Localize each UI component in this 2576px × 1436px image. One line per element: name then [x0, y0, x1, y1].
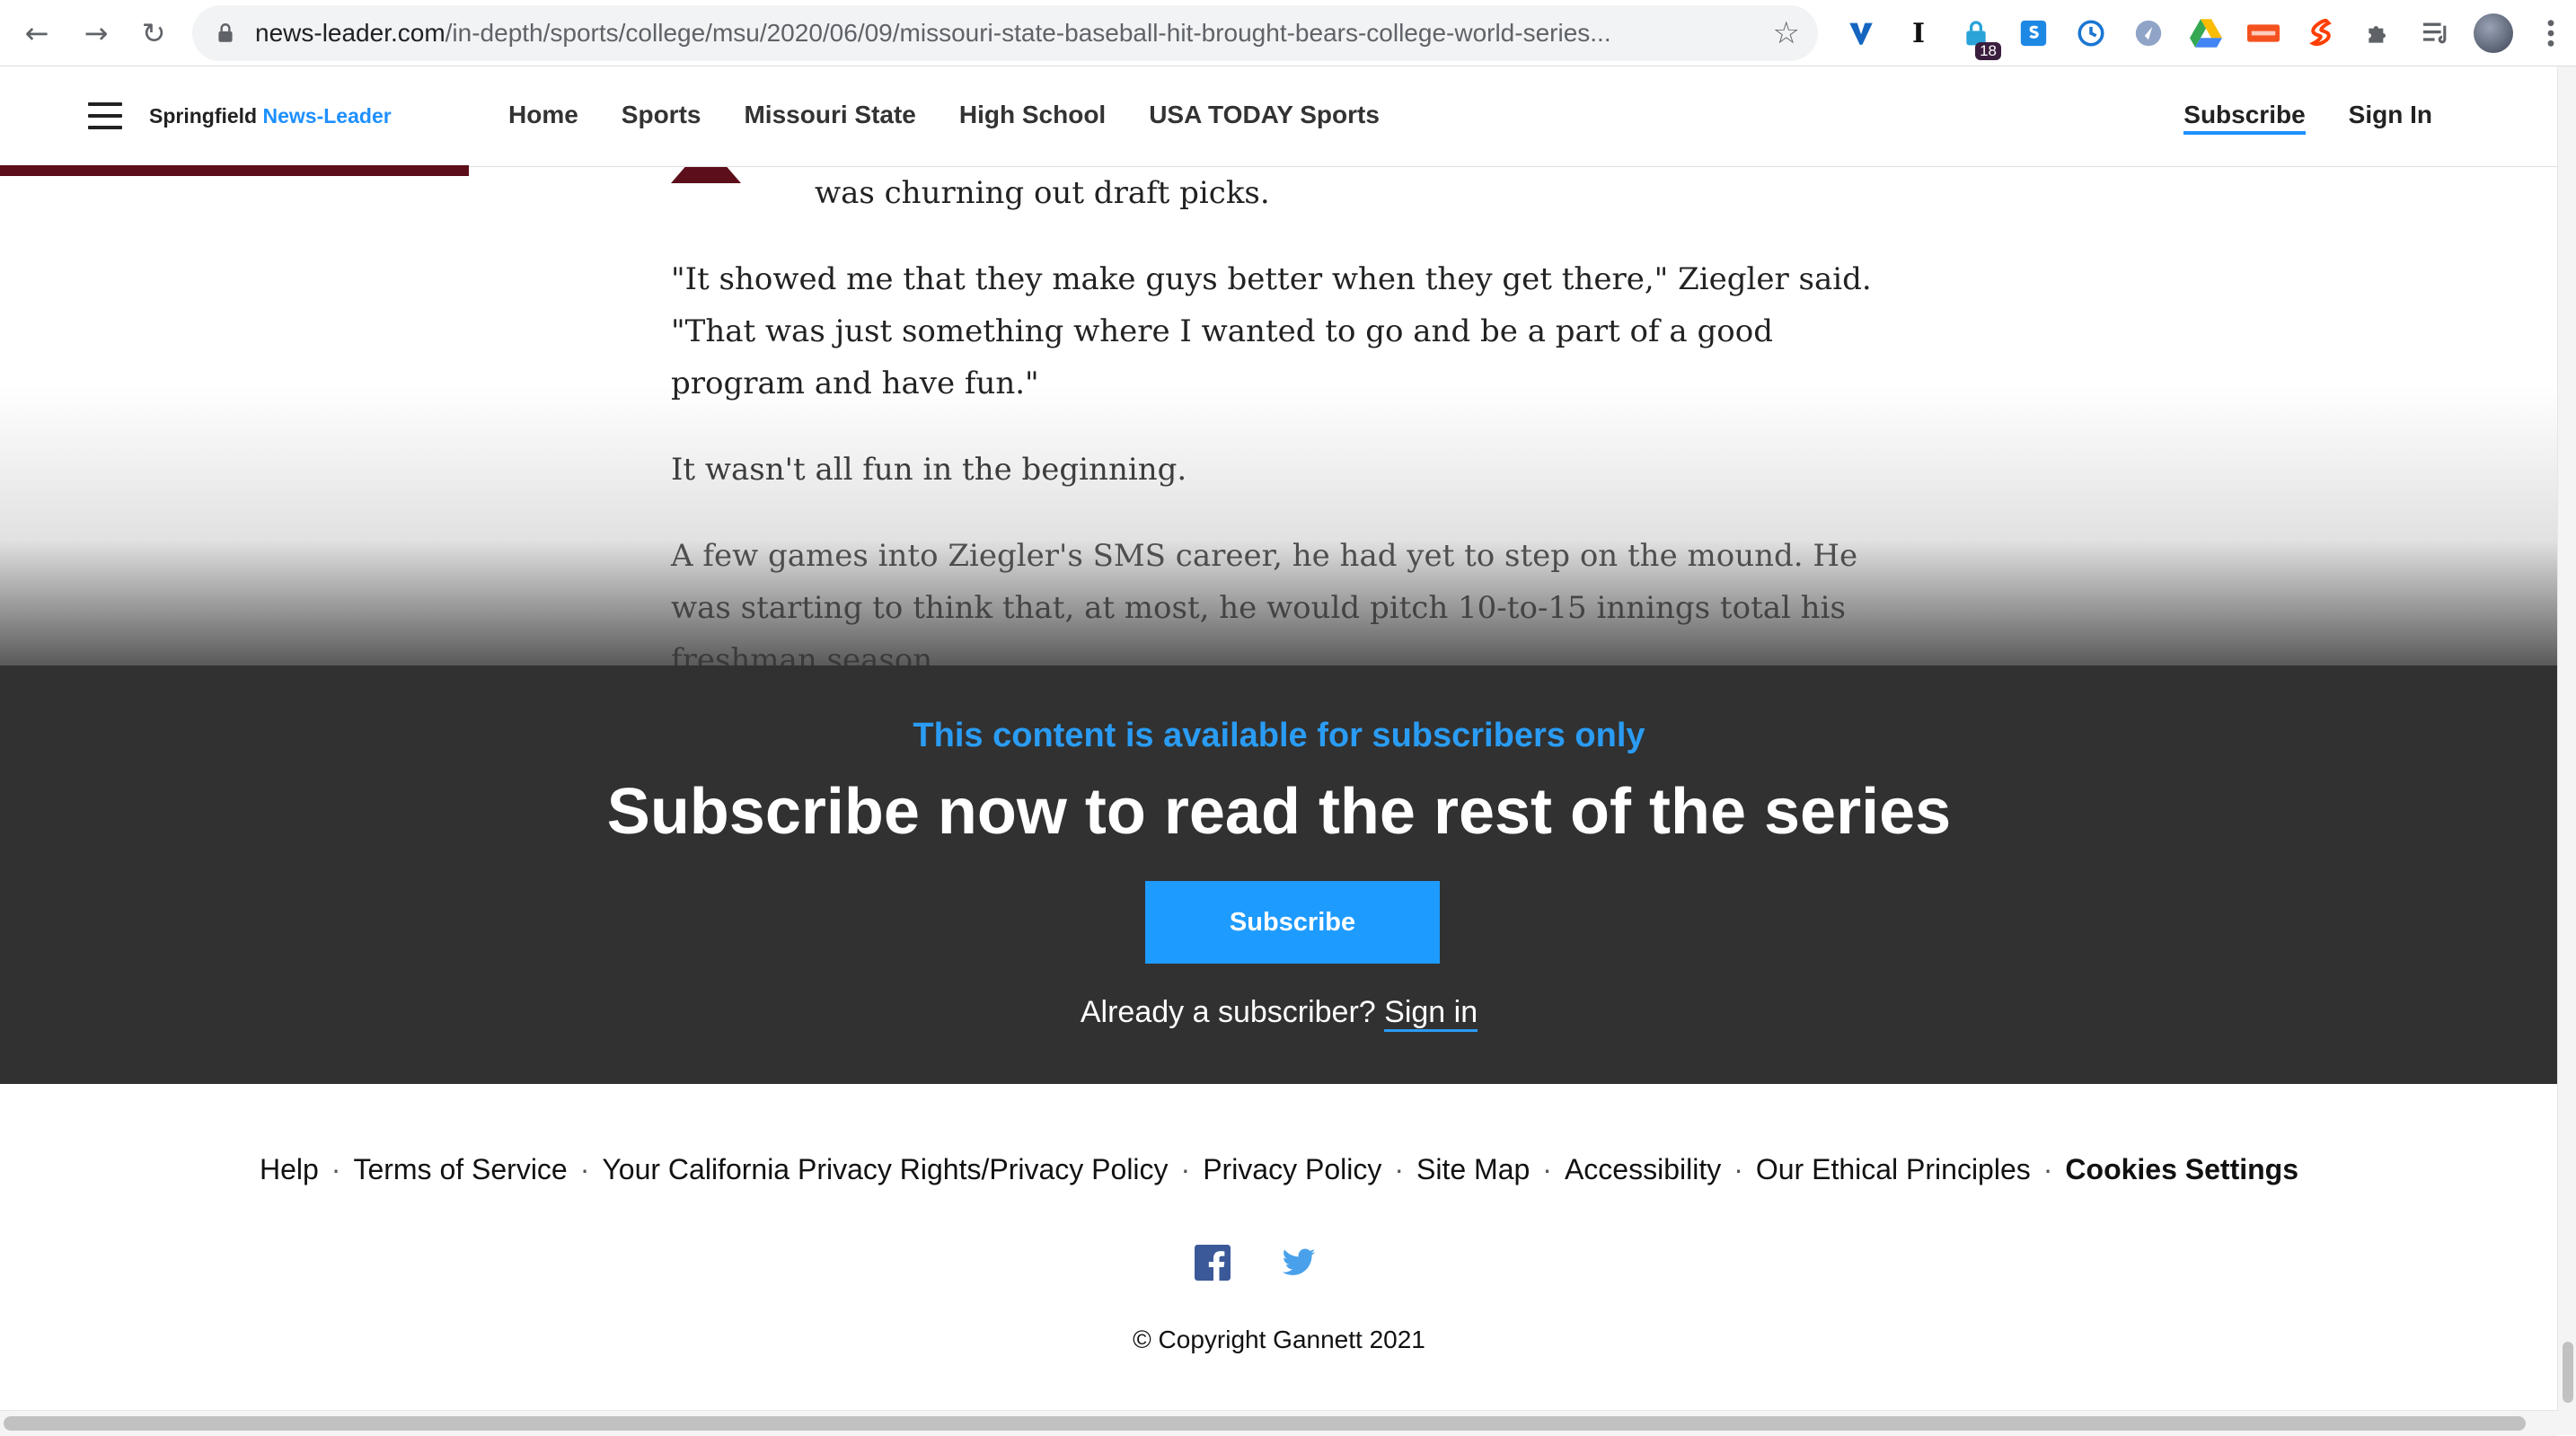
header-subscribe-link[interactable]: Subscribe	[2183, 101, 2306, 135]
back-arrow-icon[interactable]: ←	[18, 14, 56, 52]
vertical-scroll-thumb[interactable]	[2563, 1342, 2573, 1403]
reload-icon[interactable]: ↻	[135, 14, 172, 52]
google-drive-icon[interactable]	[2186, 13, 2226, 53]
footer-accessibility-link[interactable]: Accessibility	[1565, 1153, 1721, 1185]
header-account-links: Subscribe Sign In	[2140, 101, 2432, 135]
brand-accent: News-Leader	[262, 104, 392, 128]
browser-toolbar: ← → ↻ news-leader.com/in-depth/sports/co…	[0, 0, 2576, 66]
nav-high-school[interactable]: High School	[959, 101, 1106, 129]
facebook-icon[interactable]	[1195, 1245, 1231, 1281]
paywall-sign-in-link[interactable]: Sign in	[1384, 995, 1478, 1032]
header-sign-in-link[interactable]: Sign In	[2349, 101, 2432, 135]
footer-cookies-settings-link[interactable]: Cookies Settings	[2065, 1153, 2298, 1185]
extension-badge: 18	[1975, 42, 2001, 60]
paywall-already-subscriber: Already a subscriber? Sign in	[0, 995, 2558, 1032]
url-domain: news-leader.com	[255, 19, 446, 47]
copyright-text: © Copyright Gannett 2021	[1133, 1326, 1425, 1353]
puzzle-extensions-icon[interactable]	[2359, 13, 2398, 53]
reading-progress-bar	[0, 165, 469, 176]
footer-california-privacy-link[interactable]: Your California Privacy Rights/Privacy P…	[602, 1153, 1168, 1185]
footer-terms-link[interactable]: Terms of Service	[353, 1153, 567, 1185]
article-body: was churning out draft picks. "It showed…	[671, 167, 1910, 720]
instapaper-extension-icon[interactable]: I	[1899, 13, 1938, 53]
vertical-scrollbar[interactable]	[2557, 66, 2576, 1435]
forward-arrow-icon[interactable]: →	[77, 14, 115, 52]
paywall-title: Subscribe now to read the rest of the se…	[606, 776, 1952, 848]
article-paragraph: was churning out draft picks.	[815, 175, 1270, 211]
article-paragraph: "It showed me that they make guys better…	[671, 261, 1872, 401]
extensions-bar: I 18	[1832, 11, 2576, 60]
nav-sports[interactable]: Sports	[622, 101, 701, 129]
article-paragraph: A few games into Ziegler's SMS career, h…	[671, 538, 1858, 678]
footer-site-map-link[interactable]: Site Map	[1416, 1153, 1530, 1185]
url-path: /in-depth/sports/college/msu/2020/06/09/…	[445, 19, 1611, 47]
brand-name: Springfield	[149, 104, 258, 128]
footer-privacy-policy-link[interactable]: Privacy Policy	[1203, 1153, 1381, 1185]
article-paragraph: It wasn't all fun in the beginning.	[671, 452, 1187, 488]
nav-missouri-state[interactable]: Missouri State	[744, 101, 915, 129]
svelte-extension-icon[interactable]	[2301, 13, 2341, 53]
horizontal-scrollbar[interactable]	[0, 1410, 2558, 1436]
site-header: Springfield News-Leader Home Sports Miss…	[0, 66, 2558, 167]
vimium-extension-icon[interactable]	[1841, 13, 1881, 53]
footer-ethical-principles-link[interactable]: Our Ethical Principles	[1756, 1153, 2031, 1185]
social-links	[1195, 1245, 1367, 1281]
main-navigation: Home Sports Missouri State High School U…	[508, 101, 1423, 129]
star-icon[interactable]: ☆	[1773, 15, 1800, 51]
paywall-subscribe-button[interactable]: Subscribe	[1145, 881, 1440, 964]
paywall-banner: This content is available for subscriber…	[0, 665, 2558, 1084]
site-logo[interactable]: Springfield News-Leader	[149, 104, 392, 128]
s-extension-icon[interactable]	[2014, 13, 2053, 53]
profile-avatar[interactable]	[2474, 13, 2513, 53]
lock-icon	[218, 23, 233, 42]
address-bar[interactable]: news-leader.com/in-depth/sports/college/…	[192, 5, 1818, 61]
url-text: news-leader.com/in-depth/sports/college/…	[255, 19, 1759, 48]
clock-extension-icon[interactable]	[2071, 13, 2111, 53]
footer-links: Help · Terms of Service · Your California Pr…	[259, 1153, 2299, 1185]
nav-usa-today-sports[interactable]: USA TODAY Sports	[1149, 101, 1380, 129]
lock-extension-icon[interactable]: 18	[1956, 13, 2001, 60]
reading-list-icon[interactable]	[2416, 13, 2456, 53]
already-subscriber-text: Already a subscriber?	[1080, 995, 1376, 1029]
footer-help-link[interactable]: Help	[260, 1153, 319, 1185]
compass-extension-icon[interactable]	[2129, 13, 2168, 53]
paywall-kicker: This content is available for subscriber…	[913, 717, 1645, 754]
browser-menu-icon[interactable]	[2531, 13, 2571, 53]
hamburger-menu-icon[interactable]	[88, 102, 122, 129]
twitter-icon[interactable]	[1281, 1245, 1317, 1281]
nav-home[interactable]: Home	[508, 101, 578, 129]
horizontal-scroll-thumb[interactable]	[4, 1416, 2526, 1431]
xml-extension-icon[interactable]	[2244, 13, 2283, 53]
